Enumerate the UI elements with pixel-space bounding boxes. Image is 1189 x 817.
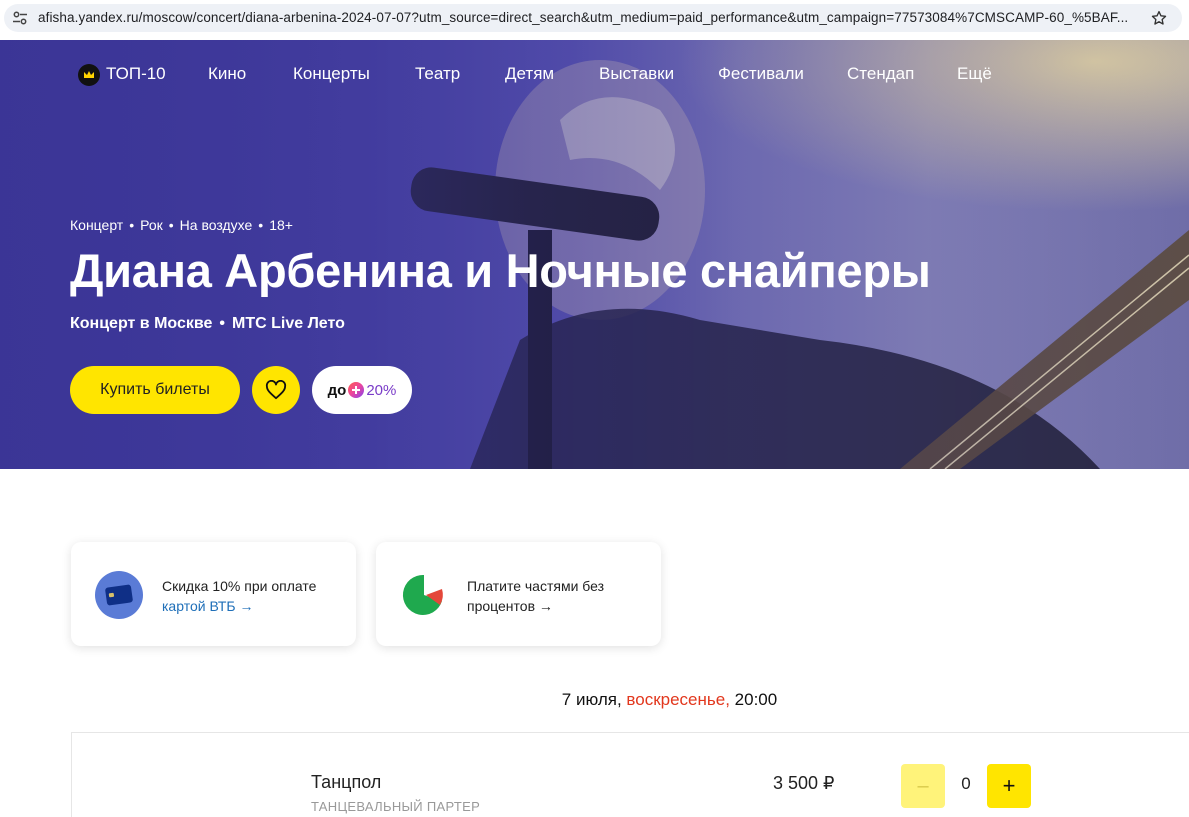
ticket-price: 3 500 ₽: [773, 773, 835, 793]
ticket-category-name: Танцпол: [311, 772, 382, 792]
top-nav: ТОП-10 Кино Концерты Театр Детям Выставк…: [0, 40, 1189, 108]
date: 7 июля,: [561, 690, 622, 709]
event-subtitle: Концерт в Москве • МТС Live Лето: [70, 315, 345, 332]
nav-festivals[interactable]: Фестивали: [718, 64, 804, 84]
promo-link[interactable]: процентов →: [467, 598, 553, 614]
promo-card-vtb[interactable]: Скидка 10% при оплате картой ВТБ →: [71, 542, 356, 646]
omnibox[interactable]: afisha.yandex.ru/moscow/concert/diana-ar…: [4, 4, 1182, 32]
event-city: Концерт в Москве: [70, 315, 213, 332]
ticket-quantity: 0: [961, 774, 971, 793]
nav-kino[interactable]: Кино: [208, 64, 246, 84]
event-tags: Концерт • Рок • На воздухе • 18+: [70, 217, 293, 233]
promo-link[interactable]: картой ВТБ →: [162, 598, 253, 614]
nav-kids[interactable]: Детям: [505, 64, 554, 84]
favorite-button[interactable]: [252, 366, 300, 414]
tag[interactable]: Концерт: [70, 217, 123, 233]
nav-standup[interactable]: Стендап: [847, 64, 914, 84]
nav-theatre[interactable]: Театр: [415, 64, 460, 84]
bank-card-icon: [95, 571, 143, 619]
cashback-percent: 20%: [366, 381, 397, 399]
minus-icon: –: [917, 774, 929, 797]
nav-more[interactable]: Ещё: [957, 64, 992, 84]
promo-text: Платите частями без процентов →: [467, 576, 647, 616]
site-settings-icon[interactable]: [12, 10, 28, 26]
ticket-category-subtitle: ТАНЦЕВАЛЬНЫЙ ПАРТЕР: [311, 799, 481, 814]
increase-quantity-button[interactable]: +: [987, 764, 1031, 808]
age-rating: 18+: [269, 217, 293, 233]
tag[interactable]: Рок: [140, 217, 163, 233]
cashback-prefix: до: [327, 381, 347, 399]
event-title: Диана Арбенина и Ночные снайперы: [70, 244, 931, 297]
top10-crown-icon: [78, 64, 100, 86]
nav-exhibitions[interactable]: Выставки: [599, 64, 674, 84]
buy-tickets-button[interactable]: Купить билеты: [70, 366, 240, 414]
browser-address-bar: afisha.yandex.ru/moscow/concert/diana-ar…: [0, 0, 1189, 40]
event-venue[interactable]: МТС Live Лето: [232, 315, 345, 332]
session-date: 7 июля, воскресенье, 20:00: [0, 690, 1189, 710]
tag[interactable]: На воздухе: [180, 217, 253, 233]
event-hero: ТОП-10 Кино Концерты Театр Детям Выставк…: [0, 40, 1189, 469]
bookmark-star-icon[interactable]: [1150, 9, 1168, 27]
promo-text: Скидка 10% при оплате картой ВТБ →: [162, 576, 342, 616]
weekday: воскресенье,: [626, 690, 730, 709]
decrease-quantity-button[interactable]: –: [901, 764, 945, 808]
split-payment-icon: [402, 574, 443, 615]
yandex-plus-icon: [348, 382, 365, 398]
url-text[interactable]: afisha.yandex.ru/moscow/concert/diana-ar…: [38, 10, 1128, 25]
heart-icon: [265, 380, 287, 400]
promo-description: Платите частями без: [467, 578, 605, 594]
nav-top10[interactable]: ТОП-10: [106, 64, 166, 84]
time: 20:00: [734, 690, 778, 709]
plus-cashback-badge[interactable]: до 20%: [312, 366, 412, 414]
plus-icon: +: [1002, 773, 1016, 798]
promo-card-split[interactable]: Платите частями без процентов →: [376, 542, 661, 646]
promo-description: Скидка 10% при оплате: [162, 578, 317, 594]
nav-concerts[interactable]: Концерты: [293, 64, 370, 84]
